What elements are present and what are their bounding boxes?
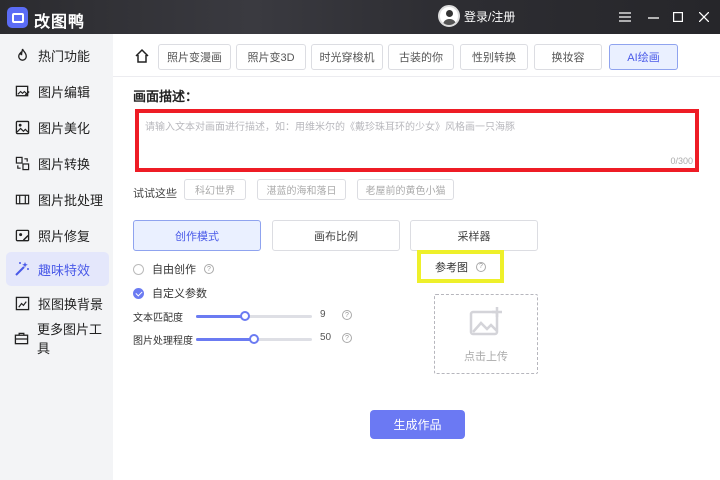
batch-icon [14,191,30,207]
help-icon[interactable]: ? [476,261,486,272]
sidebar: 热门功能 图片编辑 图片美化 图片转换 图片批处理 照片修复 趣味特效 抠图换背… [0,34,113,480]
reference-image-label: 参考图 ? [417,250,504,283]
try-chip-yellow-cat[interactable]: 老屋前的黄色小猫 [357,179,454,200]
image-upload-icon [469,307,503,340]
title-bar: 改图鸭 登录/注册 [0,0,720,34]
slider-value: 50 [320,332,332,343]
char-count: 0/300 [670,156,693,166]
slider-thumb[interactable] [239,311,250,321]
slider-label: 图片处理程度 [133,335,193,347]
slider-image-strength[interactable]: 图片处理程度 50 ? [133,332,352,347]
try-label: 试试这些 [133,188,177,200]
photo-repair-icon [14,227,30,243]
reference-label-text: 参考图 [435,261,468,274]
slider-track[interactable] [196,311,312,321]
mode-tab-creation[interactable]: 创作模式 [133,220,261,251]
upload-label: 点击上传 [464,351,508,363]
slider-fill [196,315,245,318]
main-panel: 照片变漫画 照片变3D 时光穿梭机 古装的你 性别转换 换妆容 AI绘画 画面描… [113,34,720,480]
cutout-icon [14,295,30,311]
help-icon[interactable]: ? [342,310,352,320]
app-title: 改图鸭 [34,14,86,31]
radio-label: 自由创作 [152,264,196,276]
desc-title: 画面描述： [133,89,199,104]
sidebar-item-fun-effects[interactable]: 趣味特效 [6,252,109,286]
slider-thumb[interactable] [249,334,259,344]
description-input[interactable]: 请输入文本对画面进行描述，如：用维米尔的《戴珍珠耳环的少女》风格画一只海豚 0/… [135,109,699,172]
sidebar-item-label: 热门功能 [38,48,91,64]
sidebar-item-cutout[interactable]: 抠图换背景 [6,286,109,320]
divider [113,76,720,77]
image-edit-icon [14,83,30,99]
slider-value: 9 [320,309,326,320]
mode-tab-sampler[interactable]: 采样器 [410,220,538,251]
sidebar-item-image-beautify[interactable]: 图片美化 [6,110,109,144]
login-button[interactable]: 登录/注册 [438,5,515,27]
sidebar-item-hot[interactable]: 热门功能 [6,38,109,72]
tab-gender-swap[interactable]: 性别转换 [460,44,528,70]
sidebar-item-label: 趣味特效 [38,262,91,278]
flame-icon [14,47,30,63]
tab-makeup[interactable]: 换妆容 [534,44,602,70]
maximize-icon[interactable] [666,5,690,29]
radio-button-checked[interactable] [133,287,144,299]
slider-fill [196,338,254,341]
convert-icon [14,155,30,171]
login-label[interactable]: 登录/注册 [464,8,515,25]
slider-label: 文本匹配度 [133,312,183,324]
sidebar-item-batch[interactable]: 图片批处理 [6,182,109,216]
try-chip-sea-sunset[interactable]: 湛蓝的海和落日 [257,179,346,200]
radio-label: 自定义参数 [152,288,207,300]
toolbox-icon [14,330,29,346]
tab-ancient-costume[interactable]: 古装的你 [388,44,454,70]
image-beautify-icon [14,119,30,135]
description-placeholder: 请输入文本对画面进行描述，如：用维米尔的《戴珍珠耳环的少女》风格画一只海豚 [145,122,515,133]
generate-button[interactable]: 生成作品 [370,410,465,439]
tab-ai-painting[interactable]: AI绘画 [609,44,678,70]
home-icon[interactable] [133,46,151,66]
close-icon[interactable] [692,5,716,29]
magic-wand-icon [14,261,30,277]
sidebar-item-label: 图片转换 [38,156,91,172]
tab-photo-to-comic[interactable]: 照片变漫画 [158,44,231,70]
sidebar-item-label: 抠图换背景 [38,296,104,312]
sidebar-item-image-edit[interactable]: 图片编辑 [6,74,109,108]
mode-tab-canvas-ratio[interactable]: 画布比例 [272,220,400,251]
help-icon[interactable]: ? [342,333,352,343]
try-chip-scifi[interactable]: 科幻世界 [184,179,246,200]
tab-photo-to-3d[interactable]: 照片变3D [236,44,306,70]
app-logo [7,7,28,28]
radio-button[interactable] [133,263,144,275]
slider-track[interactable] [196,334,312,344]
help-icon[interactable]: ? [204,264,214,274]
radio-custom-params[interactable]: 自定义参数 [133,285,207,301]
radio-free-creation[interactable]: 自由创作 ? [133,261,214,277]
sidebar-item-label: 更多图片工具 [37,322,103,356]
sidebar-item-label: 图片美化 [38,120,91,136]
sidebar-item-label: 图片编辑 [38,84,91,100]
sidebar-item-photo-repair[interactable]: 照片修复 [6,218,109,252]
sidebar-item-label: 图片批处理 [38,192,104,208]
upload-area[interactable]: 点击上传 [434,294,538,374]
sidebar-item-label: 照片修复 [38,228,91,244]
slider-text-match[interactable]: 文本匹配度 9 ? [133,309,352,324]
sidebar-item-image-convert[interactable]: 图片转换 [6,146,109,180]
sidebar-item-more-tools[interactable]: 更多图片工具 [6,321,109,356]
avatar[interactable] [438,5,460,27]
menu-icon[interactable] [613,5,637,29]
tab-time-machine[interactable]: 时光穿梭机 [311,44,383,70]
minimize-icon[interactable] [641,5,665,29]
